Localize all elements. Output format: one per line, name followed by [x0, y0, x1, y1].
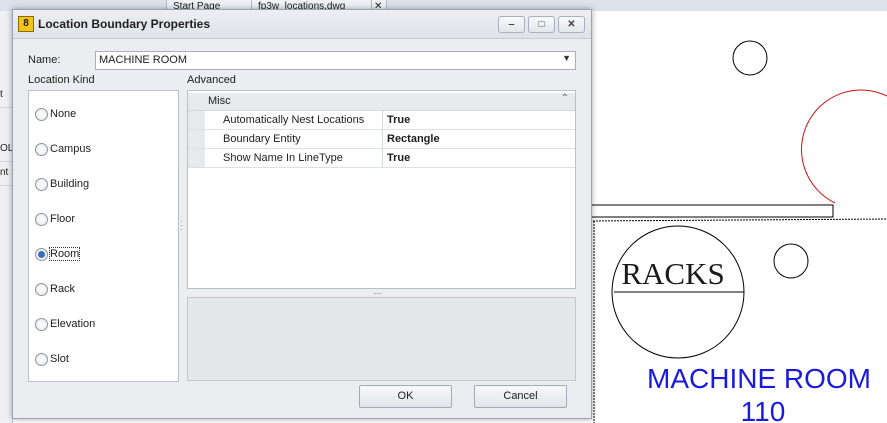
- minimize-button[interactable]: ‒: [498, 16, 525, 33]
- side-panel-fragment: OL: [0, 137, 12, 162]
- category-misc[interactable]: Misc ⌃: [188, 93, 575, 111]
- radio-button[interactable]: [35, 318, 48, 331]
- category-label: Misc: [208, 95, 231, 107]
- dialog-title: Location Boundary Properties: [38, 17, 211, 31]
- maximize-button[interactable]: □: [528, 16, 555, 33]
- drawing-circle-small-right: [773, 243, 809, 279]
- column-divider[interactable]: [382, 111, 383, 129]
- radio-label[interactable]: Room: [48, 247, 81, 261]
- row-gutter: [188, 130, 205, 148]
- ok-button[interactable]: OK: [359, 385, 452, 408]
- radio-label[interactable]: Floor: [50, 213, 75, 225]
- drawing-wall-line: [590, 218, 887, 222]
- radio-label[interactable]: Campus: [50, 143, 91, 155]
- radio-label[interactable]: Elevation: [50, 318, 95, 330]
- property-name: Boundary Entity: [223, 133, 301, 145]
- radio-label[interactable]: Rack: [50, 283, 75, 295]
- radio-button[interactable]: [35, 283, 48, 296]
- property-description-panel: [187, 297, 576, 381]
- chevron-down-icon[interactable]: ▼: [562, 53, 571, 63]
- radio-label[interactable]: Slot: [50, 353, 69, 365]
- app-icon: 8: [18, 16, 34, 32]
- cancel-button[interactable]: Cancel: [474, 385, 567, 408]
- drawing-arc: [801, 89, 887, 204]
- radio-button[interactable]: [35, 213, 48, 226]
- close-button[interactable]: ✕: [558, 16, 585, 33]
- side-panel-fragment: t C: [0, 83, 12, 108]
- drawing-wall: [590, 204, 834, 218]
- column-divider[interactable]: [382, 130, 383, 148]
- property-value[interactable]: True: [387, 114, 410, 126]
- drawing-racks-label: RACKS: [621, 256, 724, 291]
- drawing-canvas[interactable]: RACKS MACHINE ROOM 110: [590, 11, 887, 423]
- location-kind-group: None Campus Building Floor Room Rack Ele…: [28, 90, 179, 382]
- row-gutter: [188, 111, 205, 129]
- side-panel-fragment: nt: [0, 161, 12, 186]
- minimize-icon: ‒: [508, 19, 515, 30]
- drawing-room-name: MACHINE ROOM: [647, 363, 871, 394]
- radio-label[interactable]: Building: [50, 178, 89, 190]
- radio-button[interactable]: [35, 178, 48, 191]
- property-row[interactable]: Boundary Entity Rectangle: [188, 130, 575, 149]
- radio-label[interactable]: None: [50, 108, 76, 120]
- property-row[interactable]: Automatically Nest Locations True: [188, 111, 575, 130]
- property-value[interactable]: Rectangle: [387, 133, 440, 145]
- property-row[interactable]: Show Name In LineType True: [188, 149, 575, 168]
- property-grid: Misc ⌃ Automatically Nest Locations True…: [187, 90, 576, 289]
- name-value: MACHINE ROOM: [99, 54, 187, 66]
- location-kind-label: Location Kind: [28, 74, 95, 86]
- drawing-room-number: 110: [741, 396, 786, 423]
- collapse-icon[interactable]: ⌃: [561, 93, 569, 104]
- advanced-label: Advanced: [187, 74, 236, 86]
- dialog-titlebar[interactable]: 8 Location Boundary Properties ‒ □ ✕: [13, 10, 591, 39]
- vertical-splitter-grip[interactable]: · · ·: [180, 218, 183, 234]
- property-name: Automatically Nest Locations: [223, 114, 365, 126]
- name-label: Name:: [28, 54, 61, 66]
- column-divider[interactable]: [382, 149, 383, 167]
- maximize-icon: □: [538, 19, 545, 30]
- property-name: Show Name In LineType: [223, 152, 343, 164]
- drawing-circle-small-top: [732, 40, 768, 76]
- radio-button-selected[interactable]: [35, 248, 48, 261]
- name-combobox[interactable]: MACHINE ROOM ▼: [95, 51, 576, 70]
- radio-button[interactable]: [35, 353, 48, 366]
- row-gutter: [188, 149, 205, 167]
- location-boundary-properties-dialog: 8 Location Boundary Properties ‒ □ ✕ Nam…: [12, 9, 592, 419]
- close-icon: ✕: [567, 19, 576, 30]
- radio-button[interactable]: [35, 108, 48, 121]
- radio-button[interactable]: [35, 143, 48, 156]
- property-value[interactable]: True: [387, 152, 410, 164]
